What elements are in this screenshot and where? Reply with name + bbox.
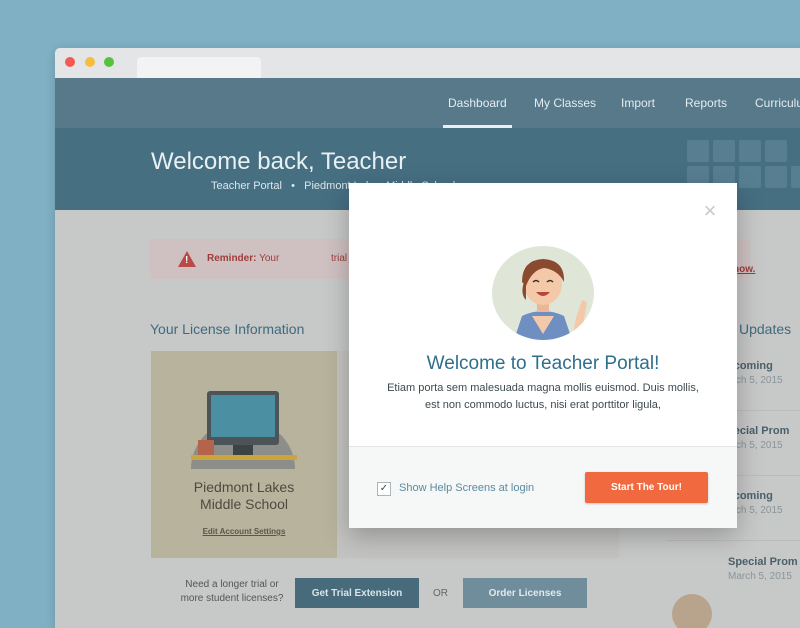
maximize-window-dot[interactable] bbox=[104, 57, 114, 67]
page-title: Welcome back, Teacher bbox=[151, 148, 407, 175]
breadcrumb-separator: • bbox=[291, 180, 295, 192]
browser-tab[interactable] bbox=[137, 57, 261, 78]
warning-icon: ! bbox=[178, 251, 196, 267]
license-section-title: Your License Information bbox=[150, 321, 305, 337]
modal-footer: ✓ Show Help Screens at login Start The T… bbox=[349, 446, 737, 528]
reminder-message: Your bbox=[259, 253, 280, 264]
longer-trial-line1: Need a longer trial or bbox=[185, 579, 279, 590]
update-divider bbox=[667, 540, 800, 541]
updates-section-title: l Updates bbox=[732, 321, 792, 337]
desk-illustration bbox=[191, 455, 297, 460]
teacher-avatar bbox=[492, 246, 594, 340]
browser-chrome bbox=[55, 48, 800, 78]
get-trial-extension-button[interactable]: Get Trial Extension bbox=[295, 578, 419, 608]
nav-curriculum[interactable]: Curriculum bbox=[755, 96, 800, 110]
or-separator: OR bbox=[433, 588, 448, 599]
update-thumbnail bbox=[672, 594, 712, 628]
monitor-screen bbox=[211, 395, 275, 437]
start-tour-button[interactable]: Start The Tour! bbox=[585, 472, 708, 503]
nav-dashboard[interactable]: Dashboard bbox=[448, 96, 507, 110]
longer-trial-prompt: Need a longer trial or more student lice… bbox=[167, 578, 297, 606]
close-window-dot[interactable] bbox=[65, 57, 75, 67]
breadcrumb-portal[interactable]: Teacher Portal bbox=[211, 180, 282, 192]
school-name-line1: Piedmont Lakes bbox=[193, 479, 295, 495]
reminder-text: Reminder: Your bbox=[207, 253, 279, 264]
nav-reports[interactable]: Reports bbox=[685, 96, 727, 110]
school-name: Piedmont Lakes Middle School bbox=[151, 479, 337, 513]
edit-account-settings-link[interactable]: Edit Account Settings bbox=[151, 527, 337, 536]
monitor-stand bbox=[233, 445, 253, 455]
nav-my-classes[interactable]: My Classes bbox=[534, 96, 596, 110]
minimize-window-dot[interactable] bbox=[85, 57, 95, 67]
top-navbar: Dashboard My Classes Import Reports Curr… bbox=[55, 78, 800, 128]
modal-body-text: Etiam porta sem malesuada magna mollis e… bbox=[387, 382, 699, 411]
update-item[interactable]: Special Prom March 5, 2015 bbox=[728, 556, 798, 582]
license-card: Piedmont Lakes Middle School Edit Accoun… bbox=[151, 351, 337, 558]
reminder-message-2: trial bbox=[331, 253, 348, 264]
close-icon[interactable]: × bbox=[701, 200, 719, 222]
monitor-illustration bbox=[207, 391, 279, 445]
order-licenses-button[interactable]: Order Licenses bbox=[463, 578, 587, 608]
nav-import[interactable]: Import bbox=[621, 96, 655, 110]
welcome-modal: × Welcome to Teacher Portal! Etiam porta… bbox=[349, 183, 737, 528]
cup-illustration bbox=[198, 440, 214, 455]
update-date: March 5, 2015 bbox=[728, 571, 792, 582]
check-icon: ✓ bbox=[379, 483, 389, 494]
school-name-line2: Middle School bbox=[200, 496, 288, 512]
longer-trial-line2: more student licenses? bbox=[180, 593, 284, 604]
reminder-label: Reminder: bbox=[207, 253, 257, 264]
show-help-checkbox[interactable]: ✓ bbox=[377, 482, 391, 496]
update-title: Special Prom bbox=[728, 556, 798, 568]
show-help-label[interactable]: Show Help Screens at login bbox=[399, 482, 534, 494]
teacher-illustration bbox=[514, 259, 587, 340]
modal-title: Welcome to Teacher Portal! bbox=[426, 353, 660, 374]
